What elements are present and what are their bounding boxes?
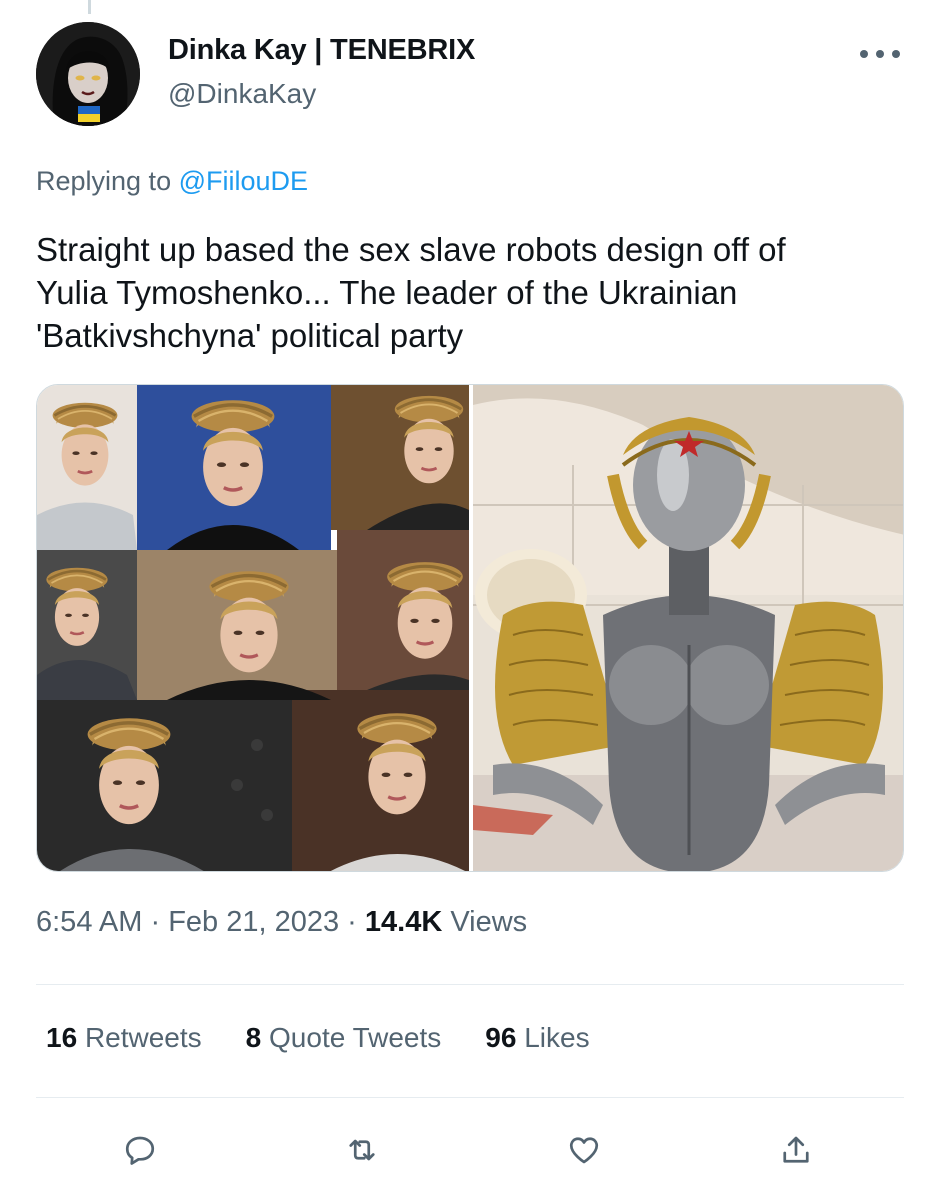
tweet-meta: 6:54 AM · Feb 21, 2023 · 14.4K Views [36, 906, 527, 939]
quote-tweets-stat[interactable]: 8 Quote Tweets [246, 1022, 442, 1054]
likes-label: Likes [524, 1022, 590, 1053]
divider [36, 984, 904, 985]
tweet-media [36, 384, 904, 872]
retweets-label: Retweets [84, 1022, 202, 1053]
more-dot [860, 50, 868, 58]
avatar-image [36, 22, 140, 126]
tweet-text-line: Straight up based the sex slave robots d… [36, 231, 786, 268]
retweet-icon [349, 1139, 375, 1161]
tweet-text: Straight up based the sex slave robots d… [36, 228, 906, 357]
heart-icon [569, 1137, 599, 1164]
likes-count: 96 [485, 1022, 517, 1053]
reply-button[interactable] [118, 1128, 162, 1172]
retweets-stat[interactable]: 16 Retweets [46, 1022, 202, 1054]
tweet-time[interactable]: 6:54 AM [36, 906, 142, 938]
author-display-name[interactable]: Dinka Kay | TENEBRIX [168, 34, 475, 67]
media-photo-collage[interactable] [37, 385, 469, 871]
tweet-text-line: Yulia Tymoshenko... The leader of the Uk… [36, 274, 738, 311]
media-photo-robot[interactable] [473, 385, 903, 871]
robot-image [473, 385, 903, 871]
replying-to-line: Replying to @FiilouDE [36, 166, 308, 197]
tweet-date[interactable]: Feb 21, 2023 [168, 906, 339, 938]
like-button[interactable] [562, 1128, 606, 1172]
quote-tweets-label: Quote Tweets [269, 1022, 442, 1053]
avatar[interactable] [36, 22, 140, 126]
likes-stat[interactable]: 96 Likes [485, 1022, 589, 1054]
tweet-text-line: 'Batkivshchyna' political party [36, 317, 464, 354]
more-horizontal-icon[interactable] [860, 42, 900, 66]
tweet-stats: 16 Retweets 8 Quote Tweets 96 Likes [46, 1022, 634, 1054]
author-handle[interactable]: @DinkaKay [168, 78, 316, 110]
quote-tweets-count: 8 [245, 1022, 262, 1053]
views-label: Views [450, 906, 528, 938]
retweets-count: 16 [46, 1022, 78, 1053]
views-count: 14.4K [364, 906, 443, 938]
collage-image [37, 385, 469, 871]
meta-separator: · [339, 906, 365, 938]
replying-to-handle-link[interactable]: @FiilouDE [179, 166, 308, 196]
tweet-header: Dinka Kay | TENEBRIX @DinkaKay [36, 22, 904, 132]
share-icon [783, 1136, 809, 1163]
more-dot [876, 50, 884, 58]
reply-icon [125, 1136, 155, 1165]
share-button[interactable] [774, 1128, 818, 1172]
divider [36, 1097, 904, 1098]
retweet-button[interactable] [340, 1128, 384, 1172]
thread-connector-line [88, 0, 91, 14]
meta-separator: · [142, 906, 169, 938]
more-dot [892, 50, 900, 58]
replying-to-prefix: Replying to [36, 166, 179, 196]
tweet-actions [36, 1120, 904, 1180]
